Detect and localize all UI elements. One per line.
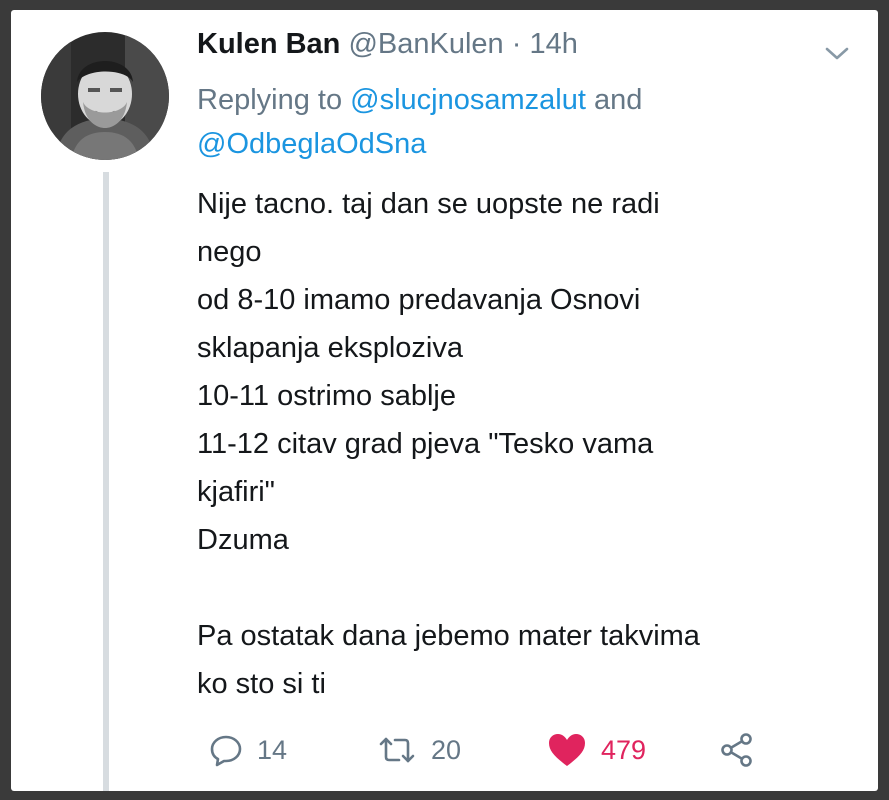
heart-icon <box>549 734 585 766</box>
reply-and: and <box>593 84 643 116</box>
share-button[interactable] <box>719 728 755 772</box>
comment-bubble-icon <box>210 735 242 767</box>
tweet-text-line: nego <box>197 236 262 268</box>
meta-separator: · <box>511 28 522 60</box>
share-icon <box>721 733 752 767</box>
author-name[interactable]: Kulen Ban <box>197 28 340 60</box>
reply-mention-link[interactable]: @OdbeglaOdSna <box>197 128 426 160</box>
retweet-icon <box>379 737 415 763</box>
chevron-down-icon[interactable] <box>823 44 851 64</box>
avatar-photo <box>41 32 169 160</box>
tweet-text-line: 11-12 citav grad pjeva "Tesko vama <box>197 428 654 460</box>
timestamp[interactable]: 14h <box>529 28 577 60</box>
tweet-actions: 14 20 479 <box>197 728 837 772</box>
reply-mention-link[interactable]: @slucjnosamzalut <box>350 84 586 116</box>
like-count: 479 <box>601 734 647 765</box>
tweet-card: Kulen Ban @BanKulen · 14h Replying to @s… <box>11 10 878 791</box>
tweet-header: Kulen Ban @BanKulen · 14h <box>197 28 578 61</box>
tweet-text-line: 10-11 ostrimo sablje <box>197 380 456 412</box>
tweet-text-line <box>197 564 837 612</box>
tweet-text-line: Pa ostatak dana jebemo mater takvima <box>197 620 700 652</box>
retweet-count: 20 <box>431 734 462 765</box>
reply-count: 14 <box>257 734 288 765</box>
retweet-button[interactable]: 20 <box>377 728 461 772</box>
tweet-text-line: Dzuma <box>197 524 289 556</box>
tweet-text-line: od 8-10 imamo predavanja Osnovi <box>197 284 641 316</box>
tweet-text: Nije tacno. taj dan se uopste ne radi ne… <box>197 180 837 708</box>
reply-prefix: Replying to <box>197 84 343 116</box>
thread-line <box>103 172 109 791</box>
avatar[interactable] <box>41 32 169 160</box>
replying-to: Replying to @slucjnosamzalut and @Odbegl… <box>197 78 817 166</box>
reply-button[interactable]: 14 <box>209 728 287 772</box>
author-handle[interactable]: @BanKulen <box>348 28 503 60</box>
tweet-text-line: Nije tacno. taj dan se uopste ne radi <box>197 188 660 220</box>
tweet-text-line: sklapanja eksploziva <box>197 332 463 364</box>
tweet-text-line: kjafiri" <box>197 476 275 508</box>
tweet-text-line: ko sto si ti <box>197 668 326 700</box>
like-button[interactable]: 479 <box>547 728 646 772</box>
